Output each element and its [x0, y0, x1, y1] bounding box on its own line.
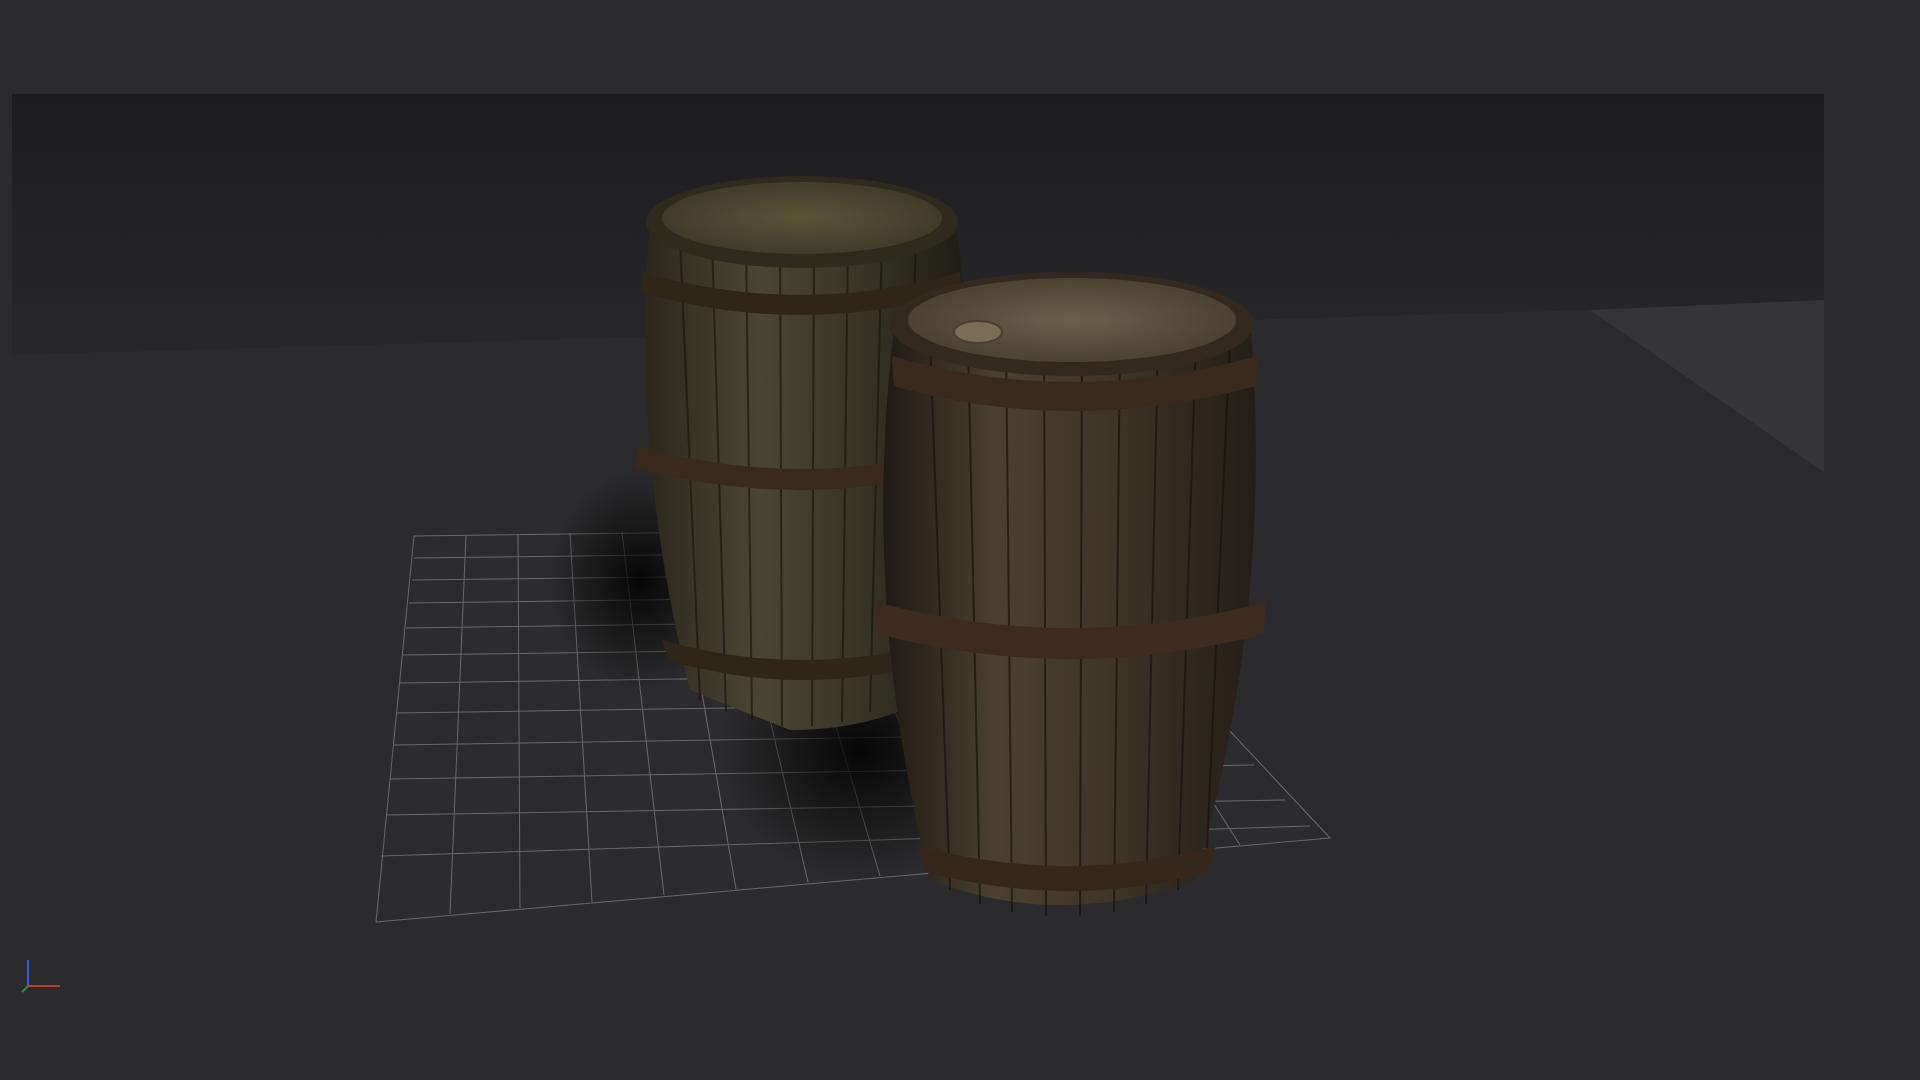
backdrop-floor-glow: [1590, 300, 1824, 472]
xyz-axis-icon: [21, 960, 60, 993]
barrel-front-lid: [908, 278, 1236, 362]
3d-viewport[interactable]: [0, 0, 1920, 1080]
barrel-back-lid: [662, 182, 942, 254]
barrel-bung: [953, 320, 1003, 344]
barrel-front[interactable]: [876, 272, 1266, 917]
scene-render[interactable]: [0, 0, 1920, 1080]
